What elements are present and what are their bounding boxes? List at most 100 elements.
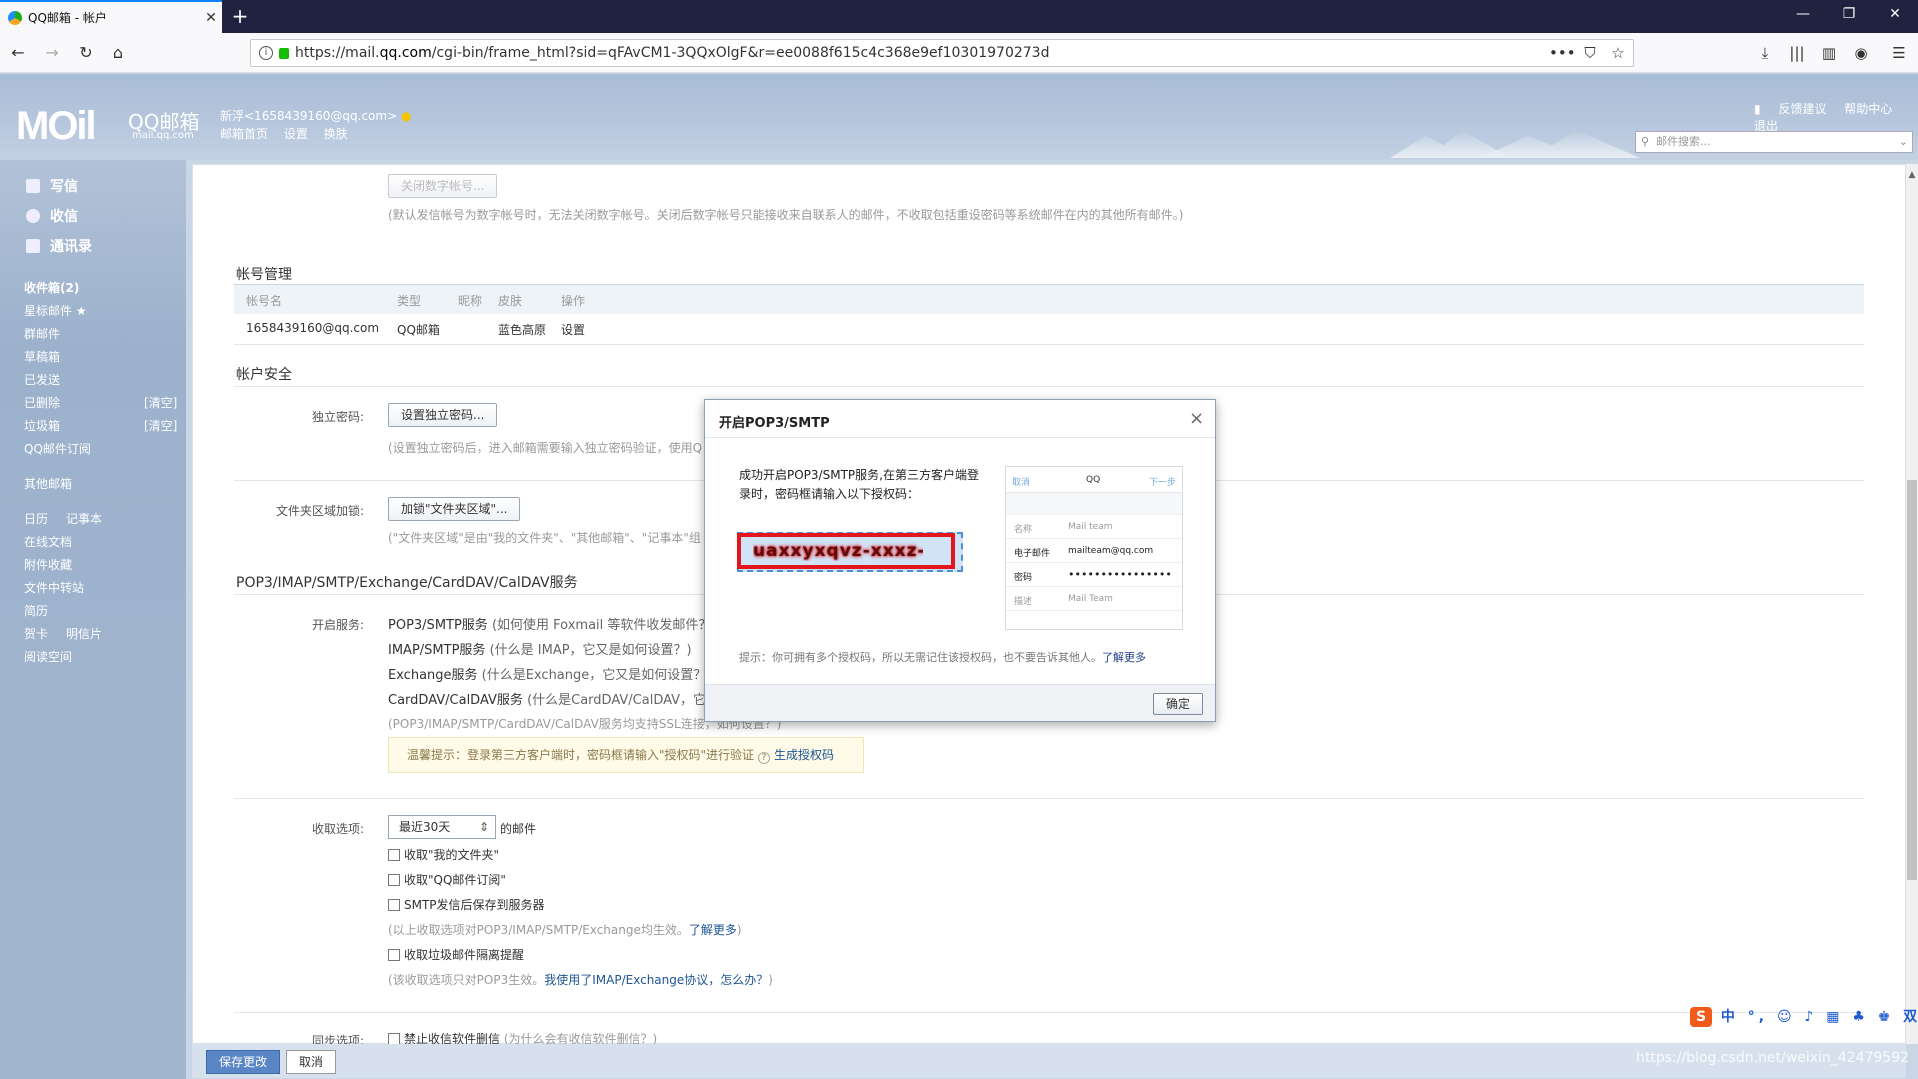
sidebar-item-reading[interactable]: 阅读空间: [24, 648, 72, 665]
lock-folder-area-button[interactable]: 加锁"文件夹区域"...: [388, 497, 521, 521]
sidebar-item-file-transfer[interactable]: 文件中转站: [24, 579, 84, 596]
fetch-range-select[interactable]: 最近30天 ⇕: [388, 815, 496, 839]
fetch-my-folders-checkbox[interactable]: 收取"我的文件夹": [388, 846, 499, 863]
clear-deleted-link[interactable]: [清空]: [144, 394, 177, 411]
window-close-icon[interactable]: ✕: [1872, 6, 1918, 22]
pocket-icon[interactable]: ⛉: [1577, 39, 1603, 67]
new-tab-icon[interactable]: +: [228, 4, 252, 28]
settings-link[interactable]: 设置: [284, 127, 308, 141]
smtp-save-checkbox[interactable]: SMTP发信后保存到服务器: [388, 896, 545, 913]
account-row-skin: 蓝色高原: [498, 323, 547, 337]
save-changes-button[interactable]: 保存更改: [206, 1050, 280, 1074]
account-row-settings-link[interactable]: 设置: [561, 321, 585, 338]
feedback-link[interactable]: 反馈建议: [1778, 102, 1826, 116]
auth-code-text[interactable]: uaxxyxqvz-xxxz-cgxi: [753, 541, 923, 561]
home-icon[interactable]: ⌂: [106, 41, 130, 65]
qq-mail-favicon-icon: [8, 10, 22, 25]
mail-search-input[interactable]: ⚲ 邮件搜索... ⌄: [1635, 131, 1913, 153]
sidebar-toggle-icon[interactable]: ▥: [1816, 39, 1842, 67]
learn-more-link[interactable]: 了解更多: [689, 923, 737, 937]
sidebar-item-group[interactable]: 群邮件: [24, 325, 60, 342]
compose-button[interactable]: 写信: [26, 176, 78, 196]
service-imap-hint-link[interactable]: (什么是 IMAP，它又是如何设置？): [490, 643, 692, 658]
dialog-message: 成功开启POP3/SMTP服务,在第三方客户端登录时，密码框请输入以下授权码：: [739, 468, 979, 501]
contacts-button[interactable]: 通讯录: [26, 236, 92, 256]
close-icon[interactable]: ×: [1189, 408, 1204, 429]
sidebar-item-drafts[interactable]: 草稿箱: [24, 348, 60, 365]
sidebar-item-starred[interactable]: 星标邮件 ★: [24, 302, 87, 319]
download-icon[interactable]: ⤓: [1752, 39, 1778, 67]
cancel-button[interactable]: 取消: [286, 1050, 336, 1074]
browser-tab[interactable]: QQ邮箱 - 帐户 ✕: [0, 0, 222, 33]
bookmark-star-icon[interactable]: ☆: [1605, 39, 1631, 67]
clear-spam-link[interactable]: [清空]: [144, 417, 177, 434]
sidebar-item-postcards[interactable]: 明信片: [66, 625, 102, 642]
restore-icon[interactable]: ❐: [1826, 6, 1872, 22]
account-management-title: 帐号管理: [236, 267, 292, 283]
service-pop3-hint-link[interactable]: (如何使用 Foxmail 等软件收发邮件？): [492, 618, 717, 633]
watermark: https://blog.csdn.net/weixin_42479592: [1636, 1050, 1910, 1066]
library-icon[interactable]: |||: [1784, 39, 1810, 67]
pop-service-title: POP3/IMAP/SMTP/Exchange/CardDAV/CalDAV服务: [236, 575, 578, 591]
sidebar-item-calendar[interactable]: 日历: [24, 510, 48, 527]
checkbox[interactable]: [388, 949, 400, 961]
client-config-illustration: 取消 QQ 下一步 名称 Mail team 电子邮件 mailteam@qq.co…: [1005, 466, 1183, 630]
sidebar-item-other-mailboxes[interactable]: 其他邮箱: [24, 475, 72, 492]
checkbox[interactable]: [388, 899, 400, 911]
checkbox[interactable]: [388, 874, 400, 886]
sidebar-item-notes[interactable]: 记事本: [66, 510, 102, 527]
close-digital-account-button[interactable]: 关闭数字帐号...: [388, 174, 498, 198]
back-icon[interactable]: ←: [6, 41, 30, 65]
forward-icon[interactable]: →: [40, 41, 64, 65]
fetch-subscription-checkbox[interactable]: 收取"QQ邮件订阅": [388, 871, 506, 888]
scroll-up-icon[interactable]: ▲: [1906, 170, 1918, 180]
chevron-down-icon[interactable]: ⌄: [1899, 132, 1908, 152]
mobile-icon[interactable]: ▮: [1754, 102, 1761, 116]
mock-row-email: 电子邮件 mailteam@qq.com: [1006, 539, 1182, 563]
mailbox-home-link[interactable]: 邮箱首页: [220, 127, 268, 141]
mock-header: 取消 QQ 下一步: [1006, 467, 1182, 493]
generate-auth-code-link[interactable]: 生成授权码: [774, 748, 834, 762]
account-icon[interactable]: ◉: [1848, 39, 1874, 67]
close-tab-icon[interactable]: ✕: [200, 10, 222, 26]
help-link[interactable]: 帮助中心: [1844, 102, 1892, 116]
sidebar-item-spam[interactable]: 垃圾箱: [24, 417, 60, 434]
scrollbar-thumb[interactable]: [1907, 480, 1917, 880]
sidebar-item-sent[interactable]: 已发送: [24, 371, 60, 388]
mail-logo[interactable]: MOil: [16, 104, 97, 149]
service-exchange-hint-link[interactable]: (什么是Exchange，它又是如何设置？): [482, 668, 712, 683]
ime-toolbar[interactable]: S 中 °, ☺ ♪ ▦ ♣ ♚ 双 ▦: [1690, 1006, 1918, 1028]
sogou-icon[interactable]: S: [1690, 1007, 1712, 1027]
set-independent-password-button[interactable]: 设置独立密码...: [388, 403, 498, 427]
page-actions-icon[interactable]: •••: [1549, 39, 1576, 67]
minimize-icon[interactable]: —: [1780, 6, 1826, 22]
dialog-learn-more-link[interactable]: 了解更多: [1102, 651, 1146, 664]
vip-sun-icon: ●: [400, 109, 412, 123]
service-carddav-hint-link[interactable]: (什么是CardDAV/CalDAV，它又: [527, 693, 719, 708]
account-security-title: 帐户安全: [236, 367, 292, 383]
checkbox[interactable]: [388, 849, 400, 861]
sidebar: [0, 160, 186, 1079]
skin-link[interactable]: 换肤: [324, 127, 348, 141]
account-name: 新浮<1658439160@qq.com> ●: [220, 109, 412, 123]
divider: [234, 1012, 1864, 1013]
menu-icon[interactable]: ☰: [1886, 39, 1912, 67]
url-bar[interactable]: i https://mail.qq.com/cgi-bin/frame_html…: [250, 39, 1634, 67]
sidebar-item-resume[interactable]: 简历: [24, 602, 48, 619]
dialog-tip: 提示：你可拥有多个授权码，所以无需记住该授权码，也不要告诉其他人。了解更多: [739, 651, 1146, 664]
sidebar-item-attachments[interactable]: 附件收藏: [24, 556, 72, 573]
sidebar-item-inbox[interactable]: 收件箱(2): [24, 279, 79, 296]
imap-exchange-help-link[interactable]: 我使用了IMAP/Exchange协议，怎么办？: [544, 973, 768, 987]
receive-button[interactable]: 收信: [26, 206, 78, 226]
site-info-icon[interactable]: i: [259, 46, 273, 60]
spam-reminder-checkbox[interactable]: 收取垃圾邮件隔离提醒: [388, 946, 524, 963]
sidebar-item-cards[interactable]: 贺卡: [24, 625, 48, 642]
reload-icon[interactable]: ↻: [74, 41, 98, 65]
mock-row-description: 描述 Mail Team: [1006, 587, 1182, 611]
confirm-button[interactable]: 确定: [1153, 693, 1203, 715]
contacts-icon: [26, 239, 40, 253]
sidebar-item-subscriptions[interactable]: QQ邮件订阅: [24, 440, 91, 457]
help-circle-icon[interactable]: ?: [758, 752, 771, 764]
sidebar-item-online-docs[interactable]: 在线文档: [24, 533, 72, 550]
sidebar-item-deleted[interactable]: 已删除: [24, 394, 60, 411]
